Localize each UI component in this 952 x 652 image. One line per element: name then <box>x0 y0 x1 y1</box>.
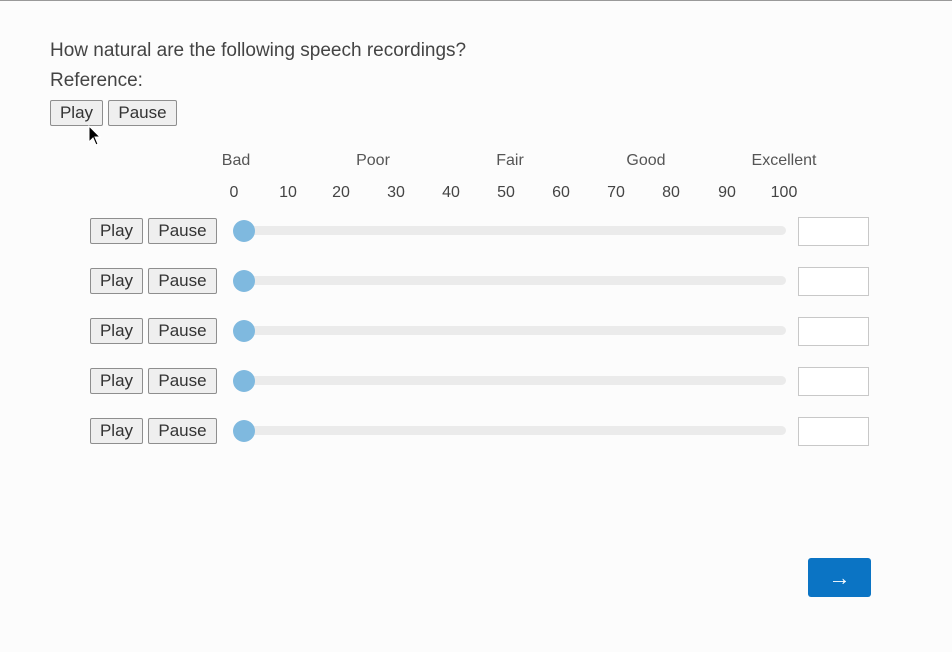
arrow-right-icon: → <box>828 564 851 590</box>
scale-tick: 90 <box>718 184 736 201</box>
row-play-button[interactable]: Play <box>90 268 143 294</box>
row-play-button[interactable]: Play <box>90 418 143 444</box>
rating-slider-thumb[interactable] <box>233 220 255 242</box>
rating-slider-thumb[interactable] <box>233 420 255 442</box>
rating-input[interactable] <box>798 217 869 246</box>
reference-label: Reference: <box>50 70 143 91</box>
reference-play-button[interactable]: Play <box>50 100 103 126</box>
next-button[interactable]: → <box>808 558 871 597</box>
row-play-button[interactable]: Play <box>90 368 143 394</box>
rating-slider-thumb[interactable] <box>233 370 255 392</box>
rating-input[interactable] <box>798 267 869 296</box>
rating-slider-track[interactable] <box>234 426 786 435</box>
scale-label-bad: Bad <box>221 152 251 169</box>
scale-label-poor: Poor <box>356 152 390 169</box>
rating-slider-thumb[interactable] <box>233 270 255 292</box>
scale-tick: 70 <box>607 184 625 201</box>
row-pause-button[interactable]: Pause <box>148 368 217 394</box>
rating-slider-track[interactable] <box>234 376 786 385</box>
reference-pause-button[interactable]: Pause <box>108 100 177 126</box>
scale-tick: 30 <box>387 184 405 201</box>
mouse-cursor-icon <box>88 125 102 146</box>
row-pause-button[interactable]: Pause <box>148 218 217 244</box>
top-border <box>0 0 952 1</box>
row-pause-button[interactable]: Pause <box>148 268 217 294</box>
row-play-button[interactable]: Play <box>90 318 143 344</box>
scale-label-good: Good <box>626 152 666 169</box>
rating-input[interactable] <box>798 367 869 396</box>
scale-tick: 40 <box>442 184 460 201</box>
scale-label-excellent: Excellent <box>751 152 817 169</box>
scale-tick: 20 <box>332 184 350 201</box>
rating-slider-track[interactable] <box>234 326 786 335</box>
scale-tick: 100 <box>770 184 798 201</box>
row-play-button[interactable]: Play <box>90 218 143 244</box>
scale-label-fair: Fair <box>496 152 524 169</box>
rating-input[interactable] <box>798 417 869 446</box>
row-pause-button[interactable]: Pause <box>148 318 217 344</box>
scale-tick: 10 <box>279 184 297 201</box>
scale-tick: 50 <box>497 184 515 201</box>
scale-tick: 80 <box>662 184 680 201</box>
rating-slider-track[interactable] <box>234 276 786 285</box>
page-question: How natural are the following speech rec… <box>50 40 467 61</box>
rating-input[interactable] <box>798 317 869 346</box>
rating-slider-thumb[interactable] <box>233 320 255 342</box>
row-pause-button[interactable]: Pause <box>148 418 217 444</box>
scale-tick: 0 <box>229 184 239 201</box>
rating-slider-track[interactable] <box>234 226 786 235</box>
scale-tick: 60 <box>552 184 570 201</box>
